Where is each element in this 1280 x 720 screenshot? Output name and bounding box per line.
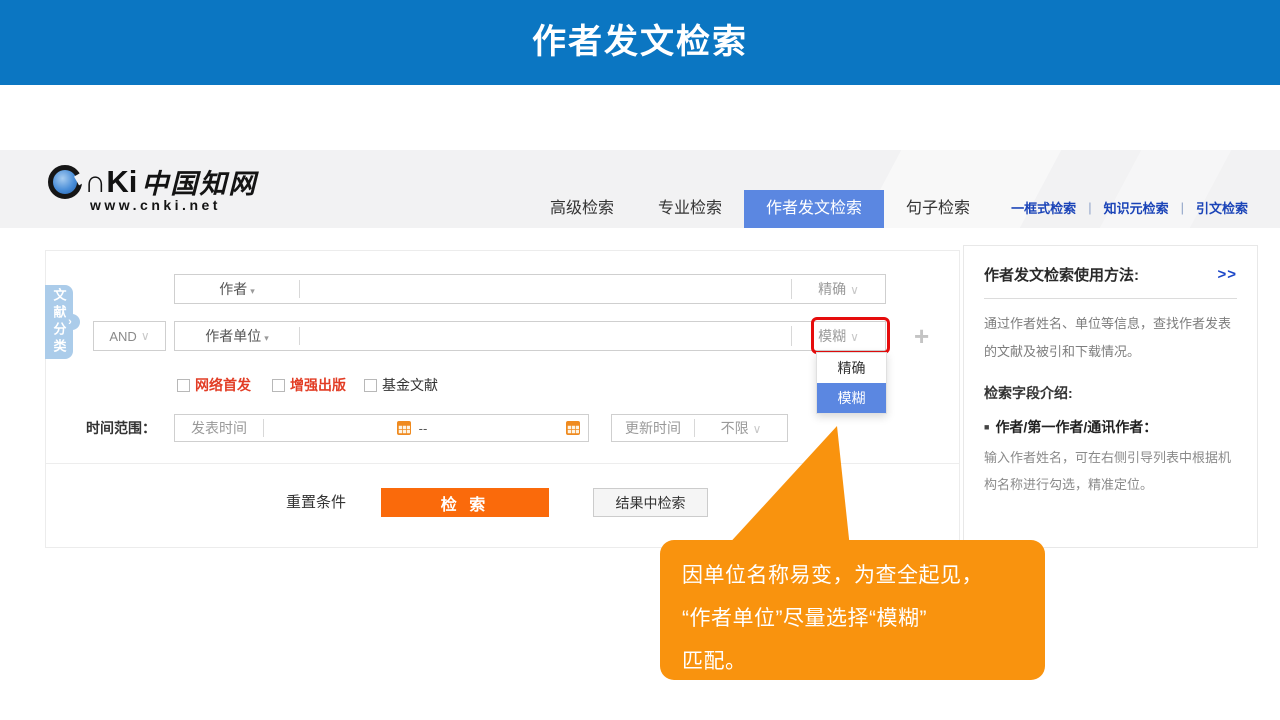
date-from-wrap bbox=[264, 415, 397, 441]
reset-conditions-button[interactable]: 重置条件 bbox=[286, 488, 346, 517]
checkbox-label: 基金文献 bbox=[382, 375, 438, 395]
tab-sentence-search[interactable]: 句子检索 bbox=[884, 190, 992, 228]
author-field-row: 作者▾ 精确 ∨ bbox=[174, 274, 886, 304]
calendar-icon[interactable] bbox=[397, 421, 411, 435]
sidebar-field-item-label: 作者/第一作者/通讯作者： bbox=[995, 417, 1157, 437]
checkbox-icon[interactable] bbox=[272, 379, 285, 392]
tab-advanced-search[interactable]: 高级检索 bbox=[528, 190, 636, 228]
update-time-label: 更新时间 bbox=[612, 418, 694, 438]
checkbox-enhanced-publish[interactable]: 增强出版 bbox=[272, 375, 346, 395]
chevron-right-icon: › bbox=[64, 314, 80, 330]
tab-professional-search[interactable]: 专业检索 bbox=[636, 190, 744, 228]
search-button[interactable]: 检 索 bbox=[381, 488, 549, 517]
callout-bubble: 因单位名称易变，为查全起见， “作者单位”尽量选择“模糊” 匹配。 bbox=[660, 540, 1045, 680]
page-title: 作者发文检索 bbox=[0, 0, 1280, 85]
checkbox-icon[interactable] bbox=[177, 379, 190, 392]
globe-icon bbox=[48, 165, 82, 199]
logo-cnki-text: ∩Ki bbox=[84, 165, 137, 199]
date-range-separator: -- bbox=[419, 421, 428, 436]
sidebar-divider bbox=[984, 298, 1237, 299]
literature-classification-tab[interactable]: 文献分类 › bbox=[45, 285, 73, 359]
top-banner: 作者发文检索 bbox=[0, 0, 1280, 85]
affiliation-field-label: 作者单位 bbox=[205, 328, 261, 344]
add-condition-icon[interactable]: + bbox=[914, 321, 929, 351]
publish-time-label: 发表时间 bbox=[175, 418, 263, 438]
calendar-icon[interactable] bbox=[566, 421, 580, 435]
affiliation-field-selector[interactable]: 作者单位▾ bbox=[175, 326, 299, 346]
time-range-label: 时间范围： bbox=[86, 414, 156, 442]
match-dropdown-menu: 精确 模糊 bbox=[816, 352, 887, 414]
author-input[interactable] bbox=[300, 275, 791, 303]
checkbox-label: 网络首发 bbox=[195, 375, 251, 395]
date-to-wrap bbox=[433, 415, 566, 441]
sidebar-title: 作者发文检索使用方法: bbox=[984, 264, 1139, 285]
caret-down-icon: ▾ bbox=[250, 286, 255, 296]
affiliation-field-row: 作者单位▾ 模糊 ∨ bbox=[174, 321, 886, 351]
link-onebox-search[interactable]: 一框式检索 bbox=[999, 198, 1088, 217]
sidebar-fields-title: 检索字段介绍: bbox=[984, 383, 1237, 403]
search-mode-tabs: 高级检索 专业检索 作者发文检索 句子检索 bbox=[528, 190, 992, 228]
chevron-down-icon: ∨ bbox=[850, 330, 859, 344]
tab-author-search[interactable]: 作者发文检索 bbox=[744, 190, 884, 228]
search-form-panel: 作者▾ 精确∨ AND∨ 作者单位▾ 模糊∨ bbox=[45, 250, 960, 548]
page: 作者发文检索 ∩Ki 中国知网 www.cnki.net 高级检索 专业检索 作… bbox=[0, 0, 1280, 720]
checkbox-label: 增强出版 bbox=[290, 375, 346, 395]
sidebar-field-desc: 输入作者姓名，可在右侧引导列表中根据机构名称进行勾选，精准定位。 bbox=[984, 444, 1237, 499]
chevron-down-icon: ∨ bbox=[141, 329, 150, 343]
chevron-down-icon: ∨ bbox=[753, 422, 762, 436]
checkbox-online-first[interactable]: 网络首发 bbox=[177, 375, 251, 395]
author-input-wrap bbox=[300, 275, 791, 303]
sidebar-field-item: ■ 作者/第一作者/通讯作者： bbox=[984, 417, 1237, 437]
panel-divider bbox=[46, 463, 959, 464]
affiliation-input[interactable] bbox=[300, 322, 791, 350]
update-time-value: 不限 bbox=[721, 420, 749, 436]
author-match-select[interactable]: 精确 ∨ bbox=[791, 279, 885, 299]
publish-time-box: 发表时间 -- bbox=[174, 414, 589, 442]
help-sidebar: 作者发文检索使用方法: >> 通过作者姓名、单位等信息，查找作者发表的文献及被引… bbox=[963, 245, 1258, 548]
author-match-value: 精确 bbox=[818, 281, 846, 297]
date-to-input[interactable] bbox=[433, 415, 566, 441]
callout-line: 匹配。 bbox=[682, 640, 1023, 683]
dropdown-option-exact[interactable]: 精确 bbox=[817, 353, 886, 383]
update-time-box: 更新时间 不限 ∨ bbox=[611, 414, 788, 442]
callout-line: 因单位名称易变，为查全起见， bbox=[682, 554, 1023, 597]
affiliation-input-wrap bbox=[300, 322, 791, 350]
link-citation-search[interactable]: 引文检索 bbox=[1184, 198, 1260, 217]
callout-line: “作者单位”尽量选择“模糊” bbox=[682, 597, 1023, 640]
author-field-selector[interactable]: 作者▾ bbox=[175, 279, 299, 299]
more-arrow-icon[interactable]: >> bbox=[1217, 266, 1237, 283]
checkbox-funded-literature[interactable]: 基金文献 bbox=[364, 375, 438, 395]
logo-cn-name: 中国知网 bbox=[141, 162, 257, 201]
sidebar-intro-text: 通过作者姓名、单位等信息，查找作者发表的文献及被引和下载情况。 bbox=[984, 310, 1237, 366]
search-in-results-button[interactable]: 结果中检索 bbox=[593, 488, 708, 517]
dropdown-option-fuzzy[interactable]: 模糊 bbox=[817, 383, 886, 413]
author-field-label: 作者 bbox=[219, 281, 247, 297]
header-links: 一框式检索 | 知识元检索 | 引文检索 bbox=[999, 198, 1260, 217]
chevron-down-icon: ∨ bbox=[850, 283, 859, 297]
affiliation-match-select[interactable]: 模糊 ∨ bbox=[791, 326, 885, 346]
link-knowledge-search[interactable]: 知识元检索 bbox=[1092, 198, 1181, 217]
update-time-select[interactable]: 不限 ∨ bbox=[695, 418, 787, 438]
cnki-logo[interactable]: ∩Ki 中国知网 www.cnki.net bbox=[48, 162, 257, 213]
operator-select[interactable]: AND ∨ bbox=[93, 321, 166, 351]
square-bullet-icon: ■ bbox=[984, 422, 989, 432]
caret-down-icon: ▾ bbox=[264, 333, 269, 343]
checkbox-icon[interactable] bbox=[364, 379, 377, 392]
operator-value: AND bbox=[109, 329, 136, 344]
affiliation-match-value: 模糊 bbox=[818, 328, 846, 344]
date-from-input[interactable] bbox=[264, 415, 397, 441]
